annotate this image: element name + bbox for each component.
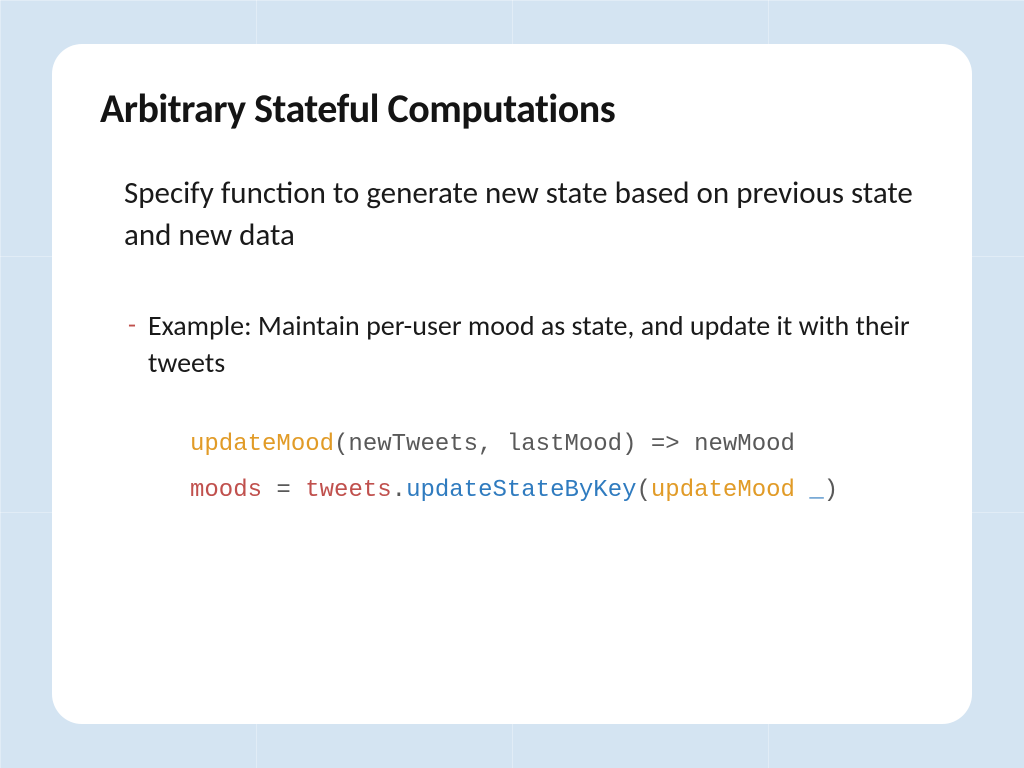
- slide-subtitle: Specify function to generate new state b…: [124, 173, 924, 257]
- code-block: updateMood(newTweets, lastMood) => newMo…: [190, 422, 924, 513]
- code-token: updateMood: [651, 477, 809, 504]
- code-token: .: [392, 477, 406, 504]
- code-token: ): [824, 477, 838, 504]
- code-token: updateStateByKey: [406, 477, 636, 504]
- slide-title: Arbitrary Stateful Computations: [100, 84, 924, 133]
- code-token: (newTweets, lastMood) => newMood: [334, 431, 795, 458]
- example-bullet-row: - Example: Maintain per-user mood as sta…: [128, 307, 924, 383]
- slide-card: Arbitrary Stateful Computations Specify …: [52, 44, 972, 724]
- code-token: (: [637, 477, 651, 504]
- code-line-1: updateMood(newTweets, lastMood) => newMo…: [190, 422, 924, 468]
- bullet-dash: -: [128, 307, 136, 342]
- code-token: tweets: [305, 477, 391, 504]
- code-token: moods: [190, 477, 276, 504]
- example-text: Example: Maintain per-user mood as state…: [148, 307, 924, 383]
- code-line-2: moods = tweets.updateStateByKey(updateMo…: [190, 468, 924, 514]
- code-token: updateMood: [190, 431, 334, 458]
- code-token: =: [276, 477, 305, 504]
- code-token: _: [809, 477, 823, 504]
